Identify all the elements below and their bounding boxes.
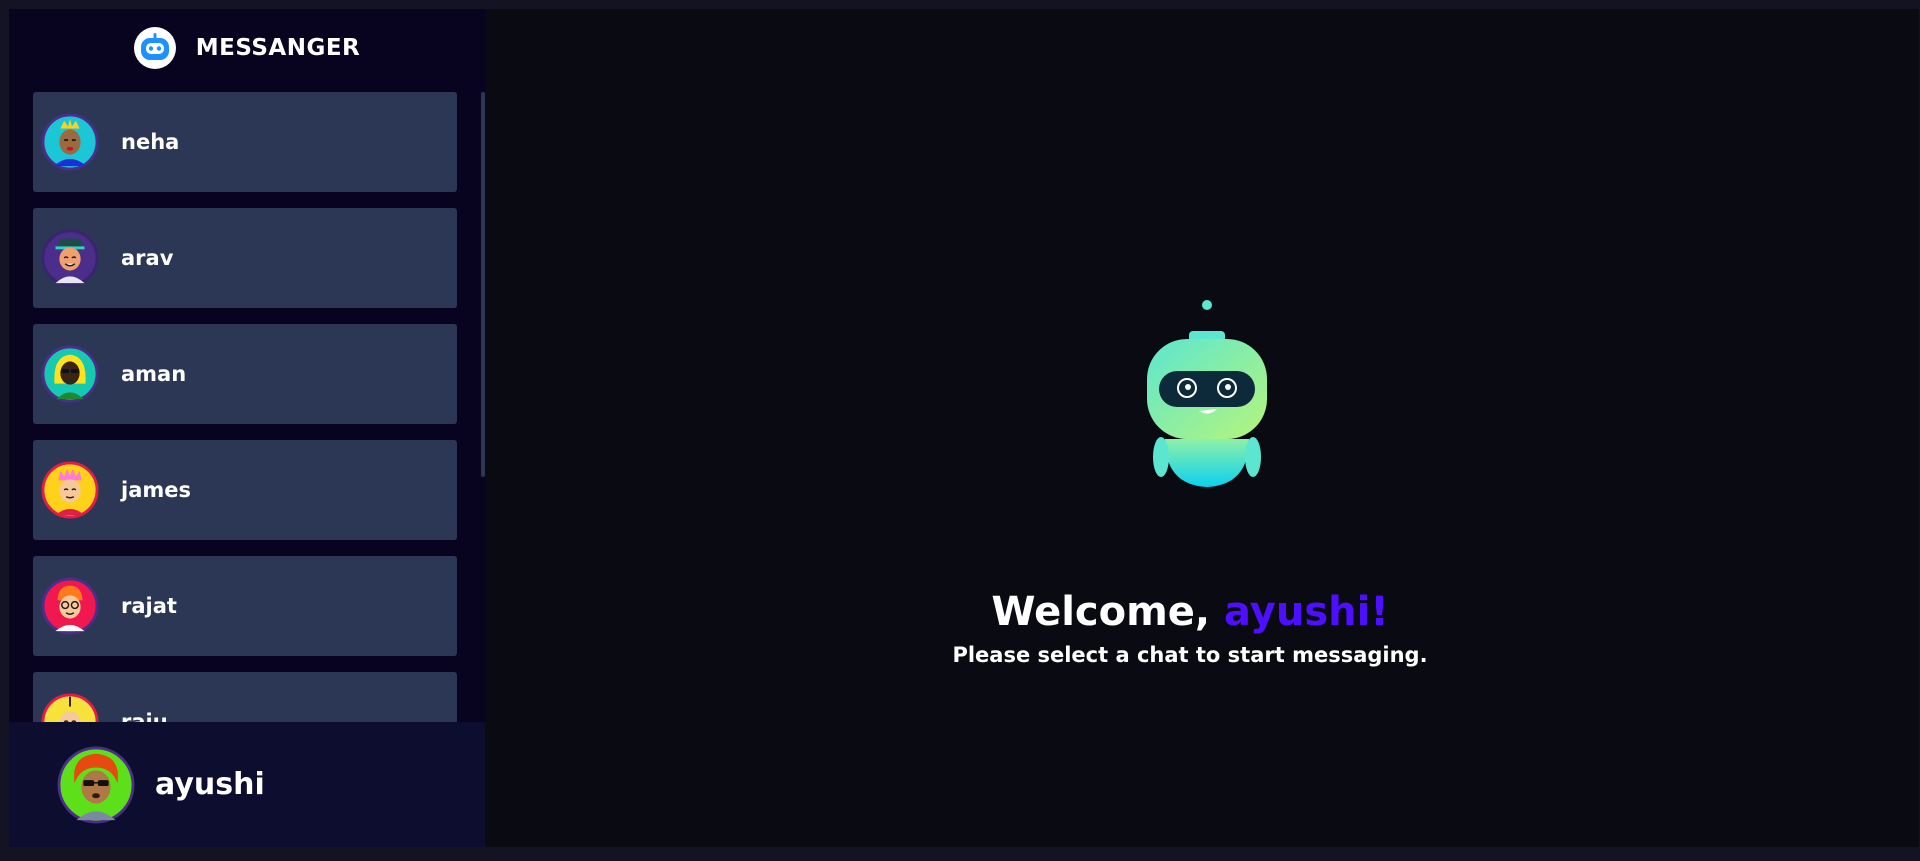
current-user-name: ayushi: [155, 767, 265, 802]
contact-item-james[interactable]: james: [33, 440, 457, 540]
contact-item-rajat[interactable]: rajat: [33, 556, 457, 656]
contact-name: arav: [121, 246, 174, 270]
avatar-aman: [41, 345, 99, 403]
app-window: MESSANGER neha arav aman james rajat raj…: [9, 9, 1920, 847]
avatar-rajat: [41, 577, 99, 635]
contact-item-neha[interactable]: neha: [33, 92, 457, 192]
welcome-panel: Welcome, ayushi! Please select a chat to…: [485, 9, 1919, 847]
contact-item-aman[interactable]: aman: [33, 324, 457, 424]
current-user-panel: ayushi: [9, 722, 485, 847]
avatar-ayushi: [57, 745, 135, 824]
sidebar: MESSANGER neha arav aman james rajat raj…: [9, 9, 485, 847]
robot-logo-icon: [133, 27, 176, 69]
avatar-neha: [41, 113, 99, 171]
welcome-subtitle: Please select a chat to start messaging.: [952, 643, 1428, 667]
avatar-arav: [41, 229, 99, 287]
welcome-username: ayushi!: [1224, 589, 1389, 635]
contact-item-arav[interactable]: arav: [33, 208, 457, 308]
contact-name: rajat: [121, 594, 177, 618]
contact-name: aman: [121, 362, 187, 386]
welcome-heading: Welcome, ayushi!: [485, 589, 1895, 635]
contact-name: james: [121, 478, 191, 502]
app-title: MESSANGER: [195, 35, 361, 61]
contact-name: neha: [121, 130, 180, 154]
contact-list: neha arav aman james rajat raju: [33, 92, 457, 732]
welcome-greeting: Welcome,: [991, 589, 1225, 635]
robot-illustration: [1147, 300, 1267, 487]
brand-header: MESSANGER: [9, 9, 485, 87]
avatar-james: [41, 461, 99, 519]
